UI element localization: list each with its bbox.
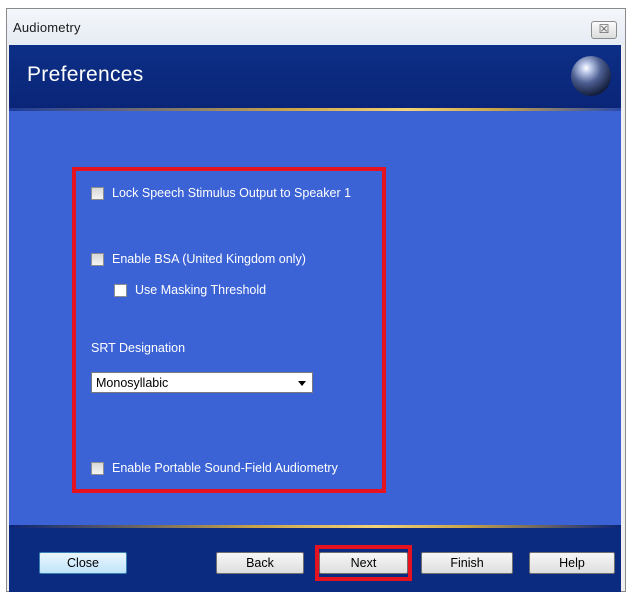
dropdown-arrow-icon[interactable]: [298, 381, 306, 386]
portable-soundfield-label: Enable Portable Sound-Field Audiometry: [112, 461, 338, 475]
window-close-button[interactable]: ☒: [591, 21, 617, 39]
lock-speech-option[interactable]: Lock Speech Stimulus Output to Speaker 1: [91, 186, 351, 200]
title-bar[interactable]: Audiometry ☒: [7, 9, 625, 45]
audiometry-window: Audiometry ☒ Preferences Lock Speech Sti…: [6, 8, 626, 592]
lock-speech-label: Lock Speech Stimulus Output to Speaker 1: [112, 186, 352, 200]
options-highlight-box: [72, 167, 386, 493]
finish-button[interactable]: Finish: [421, 552, 513, 574]
back-button[interactable]: Back: [216, 552, 304, 574]
orb-icon: [571, 56, 611, 96]
portable-soundfield-checkbox[interactable]: [91, 461, 104, 475]
srt-designation-label: SRT Designation: [91, 341, 186, 355]
srt-designation-value: Monosyllabic: [96, 376, 169, 390]
enable-bsa-checkbox[interactable]: [91, 252, 104, 266]
enable-bsa-label: Enable BSA (United Kingdom only): [112, 252, 306, 266]
portable-soundfield-option[interactable]: Enable Portable Sound-Field Audiometry: [91, 461, 338, 475]
button-bar: Close Back Next Finish Help: [9, 528, 621, 592]
srt-designation-select[interactable]: Monosyllabic: [91, 372, 313, 393]
use-masking-option[interactable]: Use Masking Threshold: [114, 283, 266, 297]
use-masking-label: Use Masking Threshold: [135, 283, 267, 297]
help-button[interactable]: Help: [529, 552, 615, 574]
page-header: Preferences: [9, 45, 621, 108]
lock-speech-checkbox[interactable]: [91, 186, 104, 200]
window-title: Audiometry: [13, 20, 81, 35]
use-masking-checkbox[interactable]: [114, 283, 127, 297]
close-button[interactable]: Close: [39, 552, 127, 574]
next-button[interactable]: Next: [319, 552, 408, 574]
enable-bsa-option[interactable]: Enable BSA (United Kingdom only): [91, 252, 306, 266]
page-title: Preferences: [27, 63, 144, 86]
preferences-panel: Lock Speech Stimulus Output to Speaker 1…: [9, 111, 621, 525]
